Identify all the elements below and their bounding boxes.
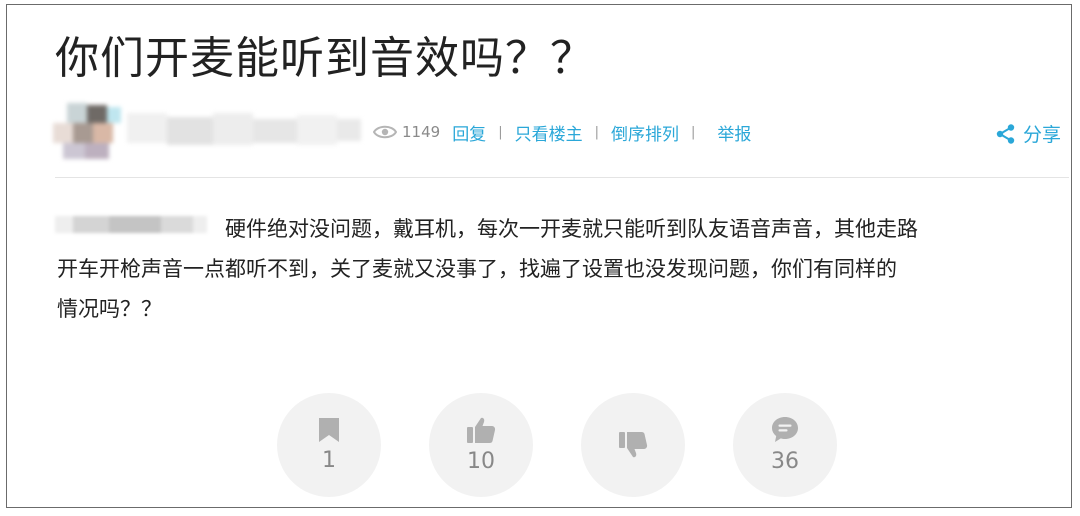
body-line: 开车开枪声音一点都听不到，关了麦就又没事了，找遍了设置也没发现问题，你们有同样的 — [57, 257, 897, 281]
post-card: 你们开麦能听到音效吗？？ 1149 回复 | 只看楼主 | 倒序排列 | 举报 — [6, 4, 1072, 508]
post-actions: 1 10 36 — [7, 393, 1080, 499]
share-label: 分享 — [1023, 124, 1062, 146]
share-icon — [996, 123, 1015, 144]
avatar[interactable] — [53, 103, 123, 161]
bookmark-icon — [319, 418, 339, 442]
reverse-order-link[interactable]: 倒序排列 — [611, 120, 679, 145]
divider — [55, 177, 1069, 178]
view-count: 1149 — [402, 123, 441, 141]
comment-icon — [772, 417, 798, 442]
separator: | — [594, 124, 599, 140]
body-line: 硬件绝对没问题，戴耳机，每次一开麦就只能听到队友语音声音，其他走路 — [225, 217, 918, 241]
post-body: 硬件绝对没问题，戴耳机，每次一开麦就只能听到队友语音声音，其他走路 开车开枪声音… — [57, 209, 1067, 329]
eye-icon — [373, 125, 397, 139]
comment-count: 36 — [771, 449, 799, 474]
thumbs-down-icon — [619, 432, 648, 458]
like-button[interactable]: 10 — [429, 393, 533, 497]
separator: | — [690, 124, 696, 140]
dislike-button[interactable] — [581, 393, 685, 497]
post-title: 你们开麦能听到音效吗？？ — [55, 33, 595, 84]
comment-button[interactable]: 36 — [733, 393, 837, 497]
only-op-link[interactable]: 只看楼主 — [515, 120, 583, 145]
bookmark-button[interactable]: 1 — [277, 393, 381, 497]
share-button[interactable]: 分享 — [995, 120, 1061, 147]
reply-link[interactable]: 回复 — [452, 120, 486, 145]
thumbs-up-icon — [467, 417, 496, 443]
author-name-blurred[interactable] — [127, 109, 362, 153]
body-line: 情况吗？？ — [57, 297, 162, 321]
bookmark-count: 1 — [322, 448, 336, 473]
like-count: 10 — [467, 449, 495, 474]
report-link[interactable]: 举报 — [717, 120, 751, 145]
post-meta-bar: 1149 回复 | 只看楼主 | 倒序排列 | 举报 — [373, 120, 751, 145]
separator: | — [498, 124, 503, 140]
